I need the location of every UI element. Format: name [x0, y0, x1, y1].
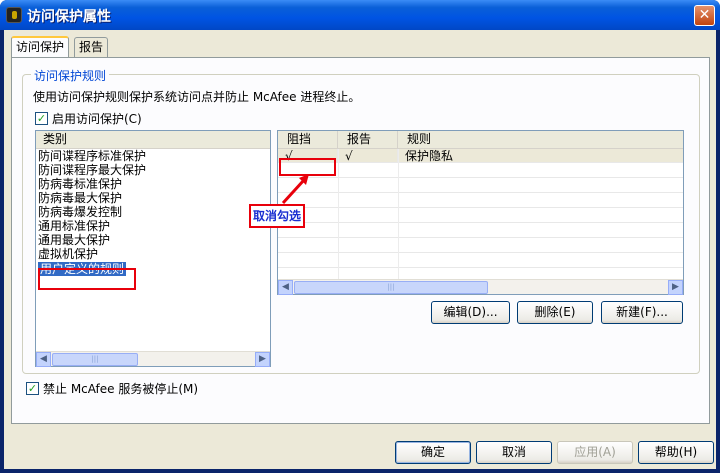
- tab-access-protection[interactable]: 访问保护: [11, 36, 70, 57]
- annotation-arrow-icon: [281, 174, 309, 205]
